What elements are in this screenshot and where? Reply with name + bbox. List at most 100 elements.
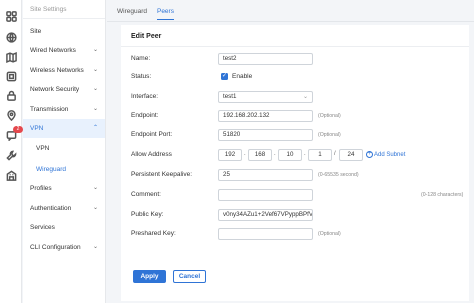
public-key-row: Public Key: v0ny34AZu1+2Vef67VPyppBPfV1r: [131, 209, 461, 221]
sidebar-item-site[interactable]: Site: [23, 22, 105, 41]
interface-row: Interface: test1 ⌄: [131, 91, 461, 103]
main-content: Wireguard Peers Edit Peer Name: test2 St…: [107, 0, 474, 303]
sidebar-item-wireless-networks[interactable]: Wireless Networks ⌄: [23, 61, 105, 80]
tab-peers[interactable]: Peers: [156, 4, 174, 20]
sidebar-item-label: VPN: [36, 145, 50, 152]
sidebar-item-authentication[interactable]: Authentication ⌄: [23, 199, 105, 218]
allow-address-row: Allow Address 192 . 168 . 10 . 1 / 24 + A…: [131, 149, 461, 161]
sidebar-item-transmission[interactable]: Transmission ⌄: [23, 100, 105, 119]
edit-peer-card: Edit Peer Name: test2 Status: ✓ Enable I…: [121, 25, 469, 301]
name-label: Name:: [131, 55, 151, 62]
sidebar-item-network-security[interactable]: Network Security ⌄: [23, 80, 105, 99]
ip-octet-3-input[interactable]: 10: [278, 149, 302, 161]
chevron-down-icon: ⌄: [92, 205, 98, 211]
status-row: Status: ✓ Enable: [131, 71, 461, 83]
sidebar-item-profiles[interactable]: Profiles ⌄: [23, 179, 105, 198]
wrench-icon[interactable]: [5, 149, 17, 161]
endpoint-hint: (Optional): [318, 113, 341, 119]
ip-dot: .: [274, 151, 276, 157]
message-icon[interactable]: 2: [5, 126, 23, 141]
endpoint-label: Endpoint:: [131, 112, 159, 119]
preshared-key-row: Preshared Key: (Optional): [131, 228, 461, 240]
tab-divider: [107, 21, 474, 22]
sidebar-item-label: VPN: [30, 125, 44, 132]
public-key-label: Public Key:: [131, 211, 164, 218]
status-label: Status:: [131, 73, 152, 80]
interface-value: test1: [223, 93, 237, 100]
sidebar-item-label: Network Security: [30, 86, 80, 93]
add-subnet-label: Add Subnet: [374, 152, 406, 158]
chevron-down-icon: ⌄: [302, 94, 308, 100]
interface-select[interactable]: test1 ⌄: [218, 91, 313, 103]
cancel-button[interactable]: Cancel: [173, 270, 206, 283]
sidebar-item-label: Site: [30, 28, 42, 35]
sidebar: Site Settings Site Wired Networks ⌄ Wire…: [23, 0, 106, 303]
sidebar-item-services[interactable]: Services: [23, 218, 105, 237]
globe-icon[interactable]: [5, 31, 17, 43]
chevron-down-icon: ⌄: [92, 47, 98, 53]
map-icon[interactable]: [5, 51, 17, 63]
chevron-down-icon: ⌄: [92, 185, 98, 191]
preshared-key-label: Preshared Key:: [131, 230, 176, 237]
endpoint-port-input[interactable]: 51820: [218, 129, 313, 141]
endpoint-row: Endpoint: 192.168.202.132 (Optional): [131, 110, 461, 122]
allow-address-label: Allow Address: [131, 151, 172, 158]
keepalive-hint: (0-65535 second): [318, 172, 359, 178]
comment-label: Comment:: [131, 191, 161, 198]
location-icon[interactable]: [5, 109, 17, 121]
page-title: Edit Peer: [131, 33, 162, 40]
subnet-mask-input[interactable]: 24: [339, 149, 363, 161]
public-key-input[interactable]: v0ny34AZu1+2Vef67VPyppBPfV1r: [218, 209, 313, 221]
enable-label: Enable: [232, 73, 253, 80]
sidebar-item-label: Authentication: [30, 205, 72, 212]
apply-button[interactable]: Apply: [133, 270, 166, 283]
endpoint-port-hint: (Optional): [318, 132, 341, 138]
dashboard-icon[interactable]: [5, 10, 17, 22]
tab-wireguard[interactable]: Wireguard: [117, 4, 147, 20]
lock-icon[interactable]: [5, 89, 17, 101]
ip-octet-4-input[interactable]: 1: [308, 149, 332, 161]
building-icon[interactable]: [5, 169, 17, 181]
sidebar-item-label: Services: [30, 224, 55, 231]
tab-bar: Wireguard Peers: [117, 4, 184, 20]
keepalive-label: Persistent Keepalive:: [131, 171, 193, 178]
plus-circle-icon: +: [366, 150, 373, 158]
comment-input[interactable]: [218, 189, 313, 201]
comment-row: Comment: (0-128 characters): [131, 189, 463, 201]
sidebar-item-label: Profiles: [30, 185, 52, 192]
endpoint-input[interactable]: 192.168.202.132: [218, 110, 313, 122]
enable-checkbox[interactable]: ✓: [221, 73, 228, 80]
icon-rail: 2: [0, 0, 23, 303]
chevron-down-icon: ⌄: [92, 67, 98, 73]
ip-octet-1-input[interactable]: 192: [218, 149, 242, 161]
chevron-down-icon: ⌄: [92, 86, 98, 92]
comment-hint: (0-128 characters): [421, 192, 464, 198]
notification-badge: 2: [13, 126, 23, 133]
chevron-down-icon: ⌄: [92, 106, 98, 112]
interface-label: Interface:: [131, 93, 159, 100]
preshared-key-input[interactable]: [218, 228, 313, 240]
name-row: Name: test2: [131, 53, 461, 65]
add-subnet-button[interactable]: + Add Subnet: [366, 149, 405, 161]
sidebar-item-label: CLI Configuration: [30, 244, 81, 251]
ip-octet-2-input[interactable]: 168: [248, 149, 272, 161]
name-input[interactable]: test2: [218, 53, 313, 65]
endpoint-port-label: Endpoint Port:: [131, 131, 173, 138]
chevron-up-icon: ⌃: [92, 125, 98, 131]
sidebar-item-vpn[interactable]: VPN ⌃: [23, 119, 105, 138]
chevron-down-icon: ⌄: [92, 244, 98, 250]
sidebar-subitem-wireguard[interactable]: Wireguard: [23, 160, 105, 179]
sidebar-item-wired-networks[interactable]: Wired Networks ⌄: [23, 41, 105, 60]
sidebar-subitem-vpn[interactable]: VPN: [23, 139, 105, 158]
ip-dot: .: [244, 151, 246, 157]
ip-dot: .: [304, 151, 306, 157]
sidebar-item-label: Transmission: [30, 106, 69, 113]
sidebar-item-label: Wired Networks: [30, 47, 76, 54]
title-divider: [121, 46, 469, 47]
keepalive-input[interactable]: 25: [218, 169, 313, 181]
sidebar-item-label: Wireless Networks: [30, 67, 84, 74]
sidebar-header: Site Settings: [23, 0, 105, 19]
preshared-key-hint: (Optional): [318, 231, 341, 237]
device-icon[interactable]: [5, 70, 17, 82]
sidebar-item-cli-configuration[interactable]: CLI Configuration ⌄: [23, 238, 105, 257]
